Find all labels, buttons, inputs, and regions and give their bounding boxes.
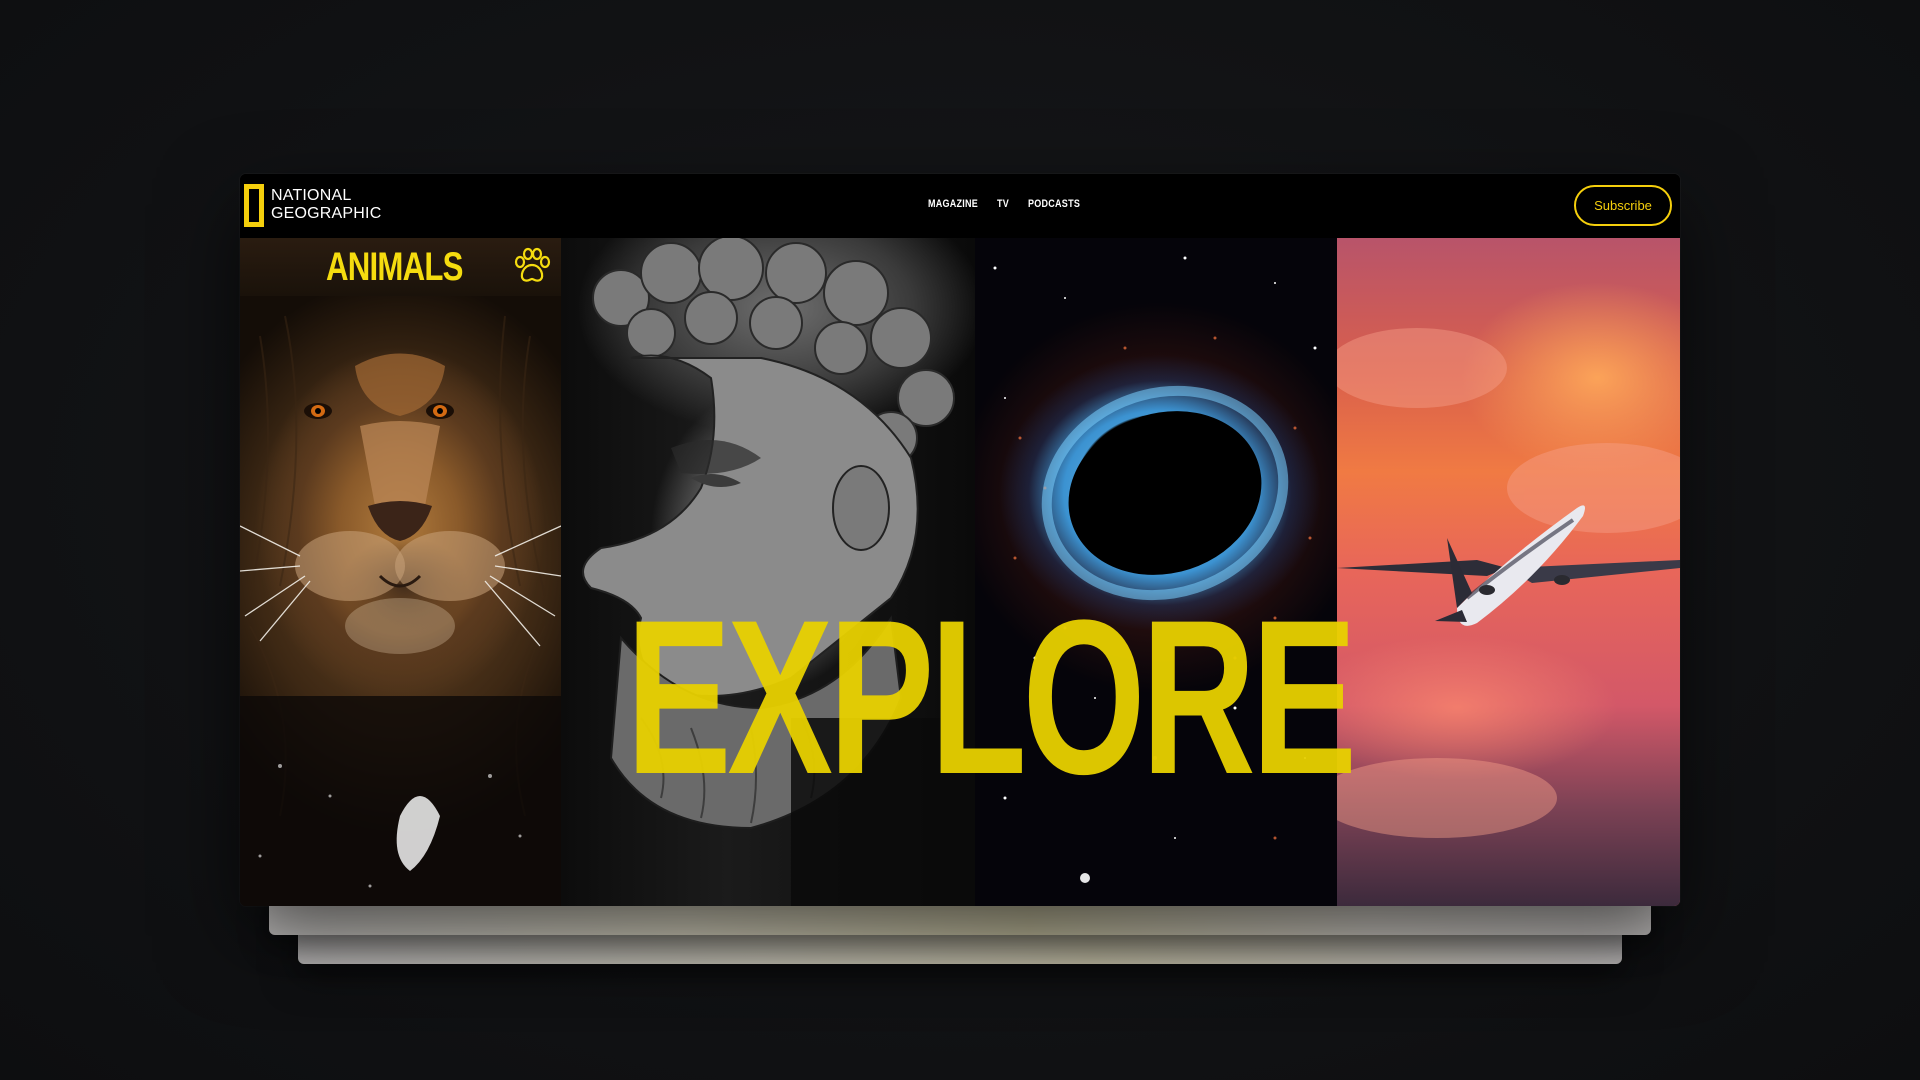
nav-link-magazine[interactable]: MAGAZINE <box>928 198 978 210</box>
lion-face-illustration <box>240 315 561 906</box>
panel-statue[interactable] <box>561 238 975 906</box>
nav-link-tv[interactable]: TV <box>997 198 1009 210</box>
airplane-illustration <box>1337 328 1680 838</box>
website-preview: NATIONAL GEOGRAPHIC MAGAZINE TV PODCASTS… <box>240 174 1680 906</box>
animals-title: ANIMALS <box>326 245 463 289</box>
panel-travel[interactable] <box>1337 238 1680 906</box>
animals-header: ANIMALS <box>240 238 561 296</box>
panel-animals[interactable]: ANIMALS <box>240 238 561 906</box>
nav-links: MAGAZINE TV PODCASTS <box>928 198 1091 210</box>
stage: NATIONAL GEOGRAPHIC MAGAZINE TV PODCASTS… <box>0 0 1920 1080</box>
panel-space[interactable] <box>975 238 1337 906</box>
nav-link-podcasts[interactable]: PODCASTS <box>1028 198 1080 210</box>
brand-wordmark: NATIONAL GEOGRAPHIC <box>271 187 381 223</box>
brand-logo[interactable]: NATIONAL GEOGRAPHIC <box>244 179 381 231</box>
brand-line-1: NATIONAL <box>271 187 352 204</box>
yellow-frame-icon <box>244 183 264 227</box>
subscribe-button[interactable]: Subscribe <box>1574 185 1672 226</box>
starfield-illustration <box>993 256 1317 883</box>
statue-head-illustration <box>582 238 975 906</box>
brand-line-2: GEOGRAPHIC <box>271 205 382 222</box>
paw-icon <box>514 247 551 282</box>
top-nav: NATIONAL GEOGRAPHIC MAGAZINE TV PODCASTS… <box>240 174 1680 238</box>
